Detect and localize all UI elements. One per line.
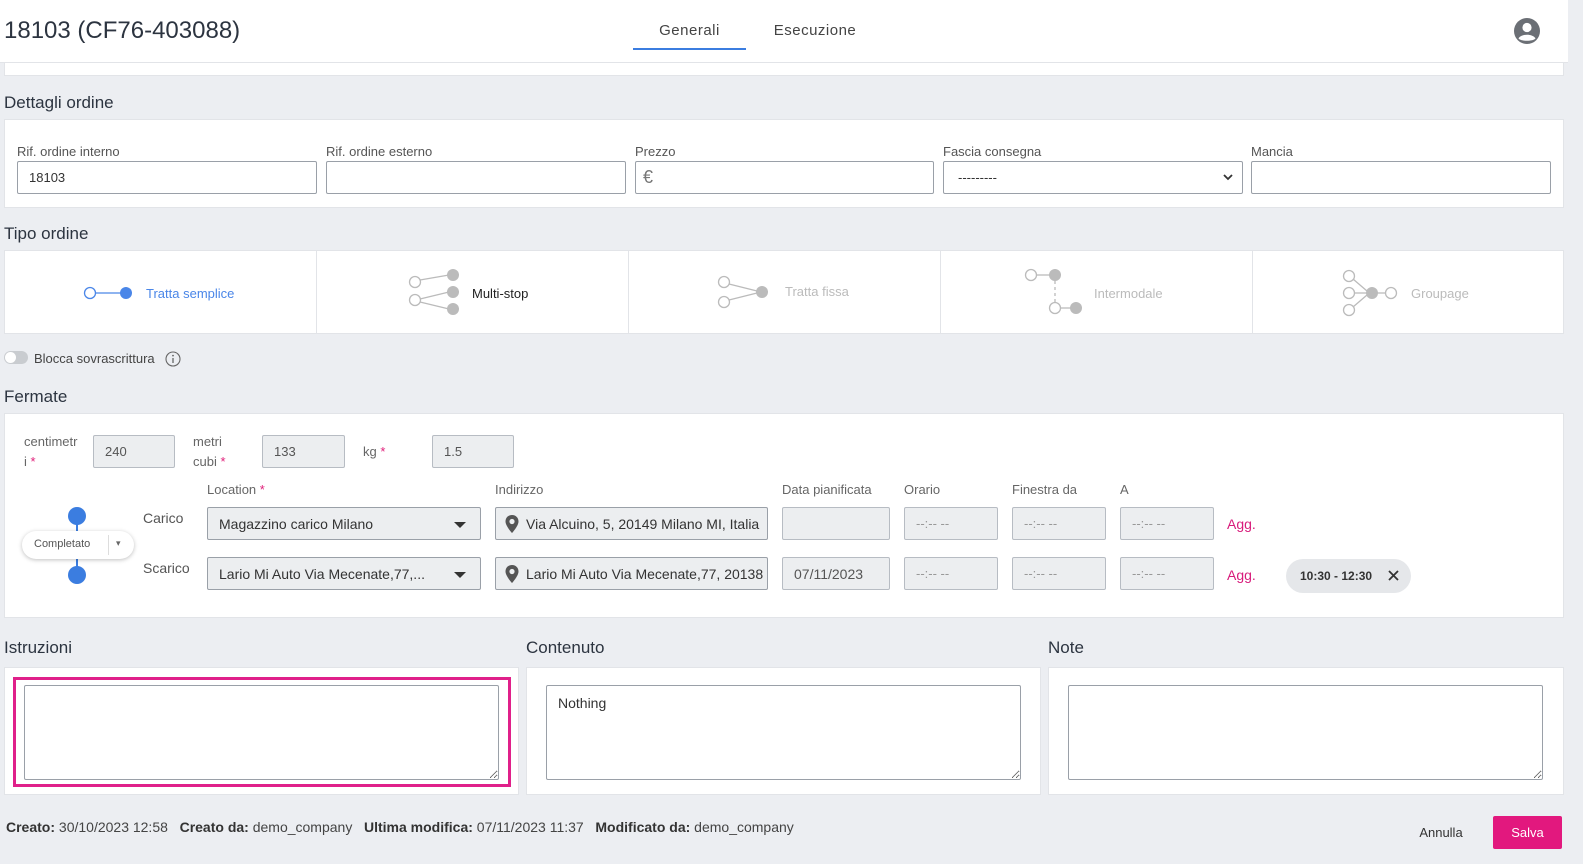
col-a: A	[1120, 482, 1129, 497]
date-input-scarico[interactable]: 07/11/2023	[782, 557, 890, 590]
date-input-carico[interactable]	[782, 507, 890, 540]
kg-label: kg *	[363, 444, 386, 459]
note-title: Note	[1048, 638, 1084, 657]
page-title: 18103 (CF76-403088)	[4, 17, 241, 44]
centimetri-input[interactable]: 240	[93, 435, 175, 468]
chevron-down-icon	[1223, 174, 1233, 181]
mancia-label: Mancia	[1251, 144, 1293, 159]
note-textarea[interactable]	[1068, 685, 1543, 780]
stop-type-scarico: Scarico	[143, 560, 190, 576]
contenuto-textarea[interactable]: Nothing	[546, 685, 1021, 780]
blocca-label: Blocca sovrascrittura	[34, 351, 155, 366]
groupage-icon	[1342, 269, 1398, 317]
multi-stop-icon	[408, 269, 459, 315]
triangle-down-icon	[454, 572, 466, 578]
stop-type-carico: Carico	[143, 510, 184, 526]
intermodale-label: Intermodale	[1094, 286, 1163, 301]
tab-esecuzione[interactable]: Esecuzione	[746, 0, 884, 50]
close-icon[interactable]	[1387, 569, 1400, 582]
istruzioni-textarea[interactable]	[24, 685, 499, 780]
multi-stop-label: Multi-stop	[472, 286, 529, 301]
tratta-fissa-icon	[717, 275, 768, 309]
footer-meta: Creato: 30/10/2023 12:58 Creato da: demo…	[6, 819, 794, 835]
tratta-semplice-label: Tratta semplice	[146, 286, 235, 301]
agg-link-scarico[interactable]: Agg.	[1227, 567, 1256, 583]
col-indirizzo: Indirizzo	[495, 482, 544, 497]
tipo-multi-stop[interactable]: Multi-stop	[317, 251, 629, 333]
prezzo-label: Prezzo	[635, 144, 676, 159]
rif-interno-input[interactable]: 18103	[17, 161, 317, 194]
finestra-da-input-carico[interactable]: --:-- --	[1012, 507, 1106, 540]
kg-input[interactable]: 1.5	[432, 435, 514, 468]
fascia-label: Fascia consegna	[943, 144, 1042, 159]
tratta-fissa-label: Tratta fissa	[785, 284, 849, 299]
address-input-scarico[interactable]: Lario Mi Auto Via Mecenate,77, 20138	[495, 557, 768, 590]
location-select-carico[interactable]: Magazzino carico Milano	[207, 507, 481, 540]
info-icon[interactable]	[165, 351, 181, 367]
mancia-input[interactable]	[1251, 161, 1551, 194]
contenuto-title: Contenuto	[526, 638, 605, 657]
time-window-chip: 10:30 - 12:30	[1286, 559, 1411, 593]
tipo-tratta-fissa[interactable]: Tratta fissa	[629, 251, 941, 333]
dettagli-title: Dettagli ordine	[4, 93, 114, 112]
time-window-label: 10:30 - 12:30	[1300, 569, 1373, 583]
triangle-down-icon	[454, 522, 466, 528]
fermate-title: Fermate	[4, 387, 68, 406]
stop-dot-carico	[68, 507, 86, 525]
tab-generali[interactable]: Generali	[633, 0, 746, 50]
prezzo-input[interactable]: €	[635, 161, 934, 194]
metri-cubi-input[interactable]: 133	[262, 435, 345, 468]
col-location: Location *	[207, 482, 265, 497]
status-label: Completato	[34, 538, 91, 550]
user-circle-icon[interactable]	[1513, 17, 1541, 45]
tipo-ordine-title: Tipo ordine	[4, 224, 89, 243]
col-orario: Orario	[904, 482, 941, 497]
groupage-label: Groupage	[1411, 286, 1469, 301]
orario-input-carico[interactable]: --:-- --	[904, 507, 998, 540]
a-input-carico[interactable]: --:-- --	[1120, 507, 1214, 540]
fascia-select[interactable]: ---------	[943, 161, 1243, 194]
header-strip	[4, 63, 1564, 76]
salva-button[interactable]: Salva	[1493, 816, 1562, 849]
centimetri-label: centimetr i *	[24, 434, 78, 469]
tipo-groupage[interactable]: Groupage	[1253, 251, 1565, 333]
caret-down-icon[interactable]: ▾	[116, 538, 121, 549]
tratta-semplice-icon	[83, 286, 132, 300]
location-select-scarico[interactable]: Lario Mi Auto Via Mecenate,77,...	[207, 557, 481, 590]
status-dropdown[interactable]: Completato ▾	[22, 531, 134, 559]
annulla-button[interactable]: Annulla	[1398, 818, 1484, 848]
euro-icon: €	[643, 167, 654, 187]
app-header: 18103 (CF76-403088) Generali Esecuzione	[0, 0, 1568, 63]
tipo-intermodale[interactable]: Intermodale	[941, 251, 1253, 333]
metri-cubi-label: metri cubi *	[193, 434, 226, 469]
stop-dot-scarico	[68, 566, 86, 584]
col-finestra-da: Finestra da	[1012, 482, 1078, 497]
dettagli-card: Rif. ordine interno 18103 Rif. ordine es…	[4, 119, 1564, 208]
tipo-tratta-semplice[interactable]: Tratta semplice	[5, 251, 317, 333]
intermodale-icon	[1024, 268, 1082, 315]
map-pin-icon	[505, 515, 519, 533]
orario-input-scarico[interactable]: --:-- --	[904, 557, 998, 590]
a-input-scarico[interactable]: --:-- --	[1120, 557, 1214, 590]
istruzioni-title: Istruzioni	[4, 638, 73, 657]
rif-interno-label: Rif. ordine interno	[17, 144, 120, 159]
rif-esterno-input[interactable]	[326, 161, 626, 194]
blocca-toggle[interactable]	[4, 351, 28, 364]
finestra-da-input-scarico[interactable]: --:-- --	[1012, 557, 1106, 590]
map-pin-icon	[505, 565, 519, 583]
tab-bar: Generali Esecuzione	[633, 0, 884, 63]
address-input-carico[interactable]: Via Alcuino, 5, 20149 Milano MI, Italia	[495, 507, 768, 540]
col-data: Data pianificata	[782, 482, 872, 497]
rif-esterno-label: Rif. ordine esterno	[326, 144, 433, 159]
fascia-value: ---------	[958, 170, 997, 185]
agg-link-carico[interactable]: Agg.	[1227, 516, 1256, 532]
tipo-ordine-card: Tratta semplice Multi-stop Tratta fissa	[4, 250, 1564, 334]
